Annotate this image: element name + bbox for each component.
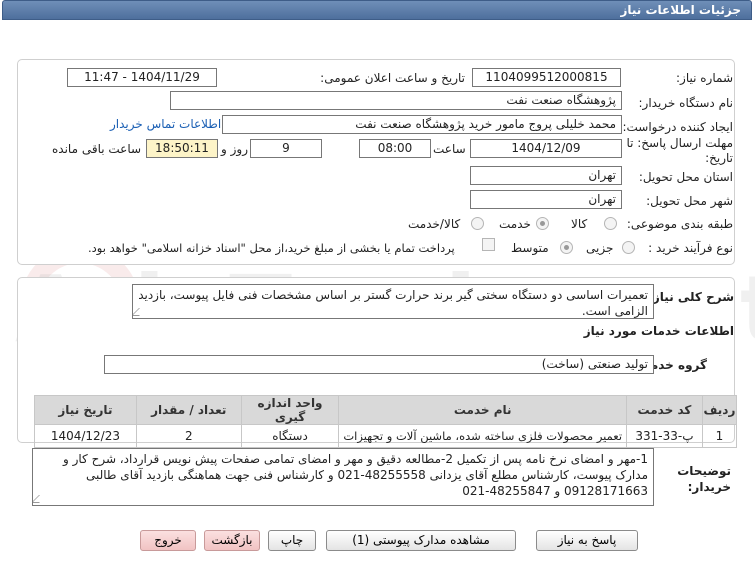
need-info-section (17, 59, 735, 265)
cell-service-name: تعمیر محصولات فلزی ساخته شده، ماشین آلات… (338, 424, 628, 448)
reply-button[interactable]: پاسخ به نیاز (536, 530, 638, 551)
need-number-field: 1104099512000815 (472, 68, 621, 87)
col-unit: واحد اندازه گیری (240, 395, 340, 425)
remaining-days-field: 9 (250, 139, 322, 158)
description-text: تعمیرات اساسی دو دستگاه سختی گیر برند حر… (138, 288, 648, 318)
need-details-page: جزئیات اطلاعات نیاز AriaTender.net شماره… (0, 0, 755, 566)
back-button[interactable]: بازگشت (204, 530, 260, 551)
remaining-days-label: روز و (221, 142, 248, 156)
view-attachments-button[interactable]: مشاهده مدارک پیوستی (1) (326, 530, 516, 551)
treasury-checkbox[interactable] (482, 238, 495, 251)
table-row[interactable]: 1 پ-33-331 تعمیر محصولات فلزی ساخته شده،… (34, 424, 738, 448)
cell-need-date: 1404/12/23 (34, 424, 137, 448)
purchase-type-radio-minor[interactable] (622, 241, 635, 254)
cell-row-number: 1 (701, 424, 738, 448)
cell-service-code: پ-33-331 (626, 424, 703, 448)
window-title: جزئیات اطلاعات نیاز (620, 3, 741, 17)
service-group-field: تولید صنعتی (ساخت) (104, 355, 654, 374)
col-service-name: نام خدمت (338, 395, 628, 425)
province-field: تهران (470, 166, 622, 185)
resize-handle-icon[interactable] (33, 495, 47, 503)
buyer-org-label: نام دستگاه خریدار: (638, 96, 734, 110)
services-table-header: ردیف کد خدمت نام خدمت واحد اندازه گیری ت… (34, 395, 738, 425)
buyer-notes-label-line1: توضیحات (677, 464, 731, 478)
deadline-label-line2: تاریخ: (705, 151, 733, 165)
need-number-label: شماره نیاز: (676, 71, 733, 85)
buyer-contact-link[interactable]: اطلاعات تماس خریدار (110, 117, 221, 131)
category-radio-goods[interactable] (604, 217, 617, 230)
city-label: شهر محل تحویل: (646, 194, 733, 208)
col-row-number: ردیف (701, 395, 738, 425)
purchase-type-radio-medium[interactable] (560, 241, 573, 254)
buyer-notes-text: 1-مهر و امضای نرخ نامه پس از تکمیل 2-مطا… (62, 452, 648, 498)
services-title: اطلاعات خدمات مورد نیاز (583, 324, 734, 338)
requester-field: محمد خلیلی پروج مامور خرید پژوهشگاه صنعت… (222, 115, 622, 134)
buyer-notes-label-line2: خریدار: (687, 480, 731, 494)
services-table: ردیف کد خدمت نام خدمت واحد اندازه گیری ت… (34, 395, 738, 448)
category-option-service: خدمت (499, 217, 531, 231)
cell-quantity: 2 (135, 424, 242, 448)
requester-label: ایجاد کننده درخواست: (622, 120, 733, 134)
announce-datetime-label: تاریخ و ساعت اعلان عمومی: (320, 71, 465, 85)
buyer-org-field: پژوهشگاه صنعت نفت (170, 91, 622, 110)
print-button[interactable]: چاپ (268, 530, 316, 551)
deadline-time-label: ساعت (433, 142, 466, 156)
announce-datetime-field: 1404/11/29 - 11:47 (67, 68, 217, 87)
category-option-goods: کالا (571, 217, 588, 231)
description-label: شرح کلی نیاز: (648, 290, 734, 304)
deadline-label-line1: مهلت ارسال پاسخ: تا (626, 136, 733, 150)
remaining-time-field: 18:50:11 (146, 139, 218, 158)
category-label: طبقه بندی موضوعی: (626, 217, 733, 231)
deadline-time-field: 08:00 (359, 139, 431, 158)
col-service-code: کد خدمت (626, 395, 703, 425)
purchase-type-option-medium: متوسط (511, 241, 549, 255)
purchase-type-label: نوع فرآیند خرید : (648, 241, 733, 255)
resize-handle-icon[interactable] (133, 308, 147, 316)
remaining-time-label: ساعت باقی مانده (52, 142, 142, 156)
deadline-date-field: 1404/12/09 (470, 139, 622, 158)
category-option-goods-service: کالا/خدمت (408, 217, 461, 231)
buyer-notes-field: 1-مهر و امضای نرخ نامه پس از تکمیل 2-مطا… (32, 448, 654, 506)
cell-unit: دستگاه (240, 424, 340, 448)
category-radio-service[interactable] (536, 217, 549, 230)
col-quantity: تعداد / مقدار (135, 395, 242, 425)
category-radio-goods-service[interactable] (471, 217, 484, 230)
city-field: تهران (470, 190, 622, 209)
col-need-date: تاریخ نیاز (34, 395, 137, 425)
purchase-type-option-minor: جزیی (586, 241, 614, 255)
treasury-note: پرداخت تمام یا بخشی از مبلغ خرید،از محل … (88, 241, 455, 255)
window-titlebar: جزئیات اطلاعات نیاز (2, 0, 752, 20)
province-label: استان محل تحویل: (638, 170, 733, 184)
exit-button[interactable]: خروج (140, 530, 196, 551)
description-field: تعمیرات اساسی دو دستگاه سختی گیر برند حر… (132, 284, 654, 319)
